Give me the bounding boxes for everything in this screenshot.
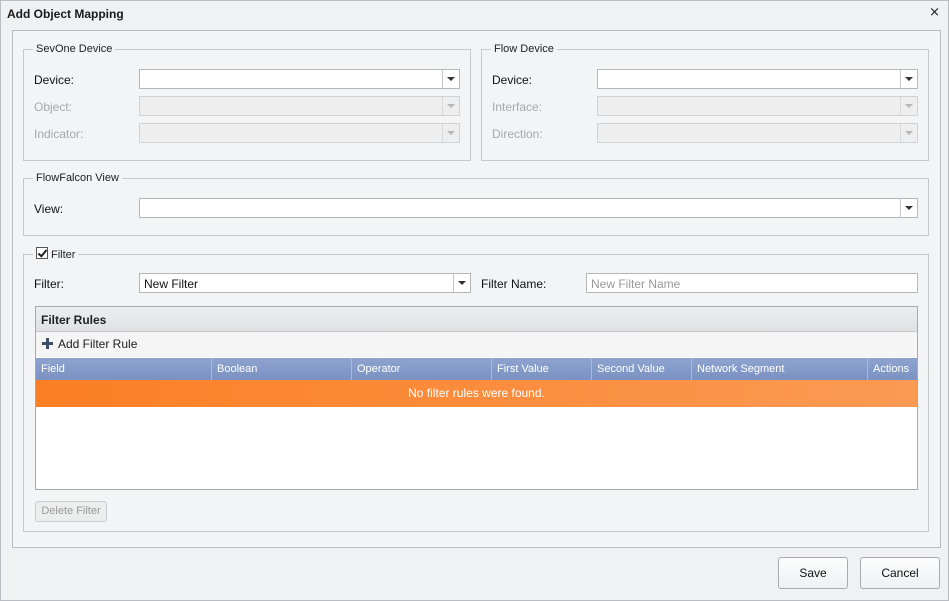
column-field[interactable]: Field: [36, 358, 212, 380]
chevron-down-icon[interactable]: [442, 70, 459, 88]
chevron-down-icon[interactable]: [900, 124, 917, 142]
sevone-indicator-label: Indicator:: [34, 127, 84, 141]
chevron-down-icon[interactable]: [900, 70, 917, 88]
flow-device-combo[interactable]: [597, 69, 918, 89]
flow-direction-combo[interactable]: [597, 123, 918, 143]
add-object-mapping-dialog: Add Object Mapping × SevOne Device Devic…: [0, 0, 949, 601]
flow-device-label: Device:: [492, 73, 533, 87]
column-first-value[interactable]: First Value: [492, 358, 592, 380]
flow-device-legend: Flow Device: [494, 43, 554, 55]
save-button[interactable]: Save: [778, 557, 848, 589]
filter-rules-header: Filter Rules: [36, 307, 917, 332]
plus-icon: [42, 338, 53, 349]
flow-direction-label: Direction:: [492, 127, 543, 141]
add-filter-rule-label: Add Filter Rule: [58, 337, 138, 351]
column-second-value[interactable]: Second Value: [592, 358, 692, 380]
chevron-down-icon[interactable]: [442, 97, 459, 115]
sevone-device-combo[interactable]: [139, 69, 460, 89]
filter-name-label: Filter Name:: [481, 277, 547, 291]
chevron-down-icon[interactable]: [900, 97, 917, 115]
flowfalcon-view-legend: FlowFalcon View: [36, 172, 119, 184]
view-label: View:: [34, 202, 64, 216]
filter-label: Filter:: [34, 277, 64, 291]
chevron-down-icon[interactable]: [442, 124, 459, 142]
sevone-device-legend: SevOne Device: [36, 43, 113, 55]
column-actions[interactable]: Actions: [868, 358, 917, 380]
close-icon[interactable]: ×: [929, 5, 940, 20]
cancel-button[interactable]: Cancel: [860, 557, 940, 589]
add-filter-rule-button[interactable]: Add Filter Rule: [42, 337, 137, 351]
filter-name-input[interactable]: New Filter Name: [586, 273, 918, 293]
column-boolean[interactable]: Boolean: [212, 358, 352, 380]
dialog-body: SevOne Device Device: Object: Indicator:…: [12, 30, 941, 548]
dialog-title: Add Object Mapping: [7, 7, 124, 21]
filter-rules-columns: Field Boolean Operator First Value Secon…: [36, 358, 917, 380]
column-operator[interactable]: Operator: [352, 358, 492, 380]
sevone-object-combo[interactable]: [139, 96, 460, 116]
filter-rules-toolbar: Add Filter Rule: [36, 332, 917, 357]
filter-checkbox[interactable]: [36, 247, 48, 259]
filter-rules-grid: Filter Rules Add Filter Rule Field Boole…: [35, 306, 918, 490]
dialog-titlebar: Add Object Mapping ×: [1, 1, 948, 27]
filter-combo[interactable]: New Filter: [139, 273, 471, 293]
chevron-down-icon[interactable]: [453, 274, 470, 292]
filter-legend[interactable]: Filter: [33, 247, 78, 261]
chevron-down-icon[interactable]: [900, 199, 917, 217]
sevone-object-label: Object:: [34, 100, 73, 114]
view-combo[interactable]: [139, 198, 918, 218]
sevone-indicator-combo[interactable]: [139, 123, 460, 143]
flow-interface-label: Interface:: [492, 100, 543, 114]
delete-filter-button[interactable]: Delete Filter: [35, 501, 107, 522]
filter-legend-label: Filter: [51, 249, 76, 261]
flow-interface-combo[interactable]: [597, 96, 918, 116]
filter-rules-title: Filter Rules: [41, 313, 107, 327]
column-network-segment[interactable]: Network Segment: [692, 358, 868, 380]
sevone-device-label: Device:: [34, 73, 75, 87]
no-filter-rules-message: No filter rules were found.: [36, 380, 917, 407]
filter-value: New Filter: [144, 277, 199, 291]
